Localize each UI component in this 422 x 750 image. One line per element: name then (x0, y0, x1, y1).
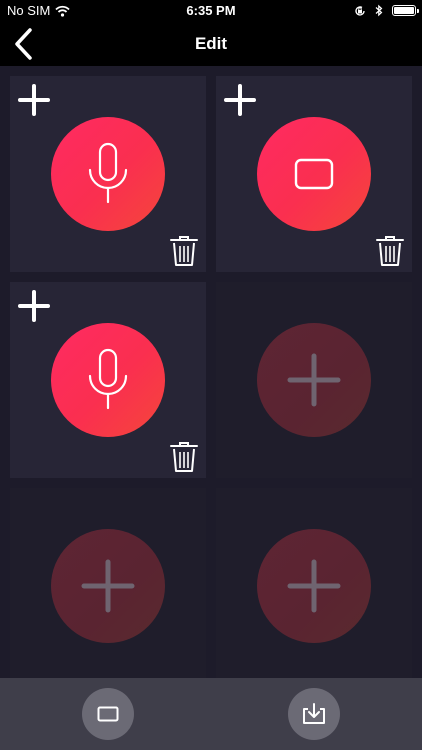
save-button[interactable] (288, 688, 340, 740)
trash-icon[interactable] (374, 234, 406, 268)
tile-microphone[interactable] (10, 282, 206, 478)
microphone-icon (88, 348, 128, 410)
status-right (354, 4, 419, 17)
add-circle[interactable] (257, 323, 371, 437)
tile-rectangle[interactable] (216, 76, 412, 272)
rectangle-icon (97, 706, 119, 722)
add-icon[interactable] (222, 82, 258, 118)
tile-empty[interactable] (216, 282, 412, 478)
tile-empty[interactable] (10, 488, 206, 684)
add-icon[interactable] (16, 82, 52, 118)
button-grid (0, 66, 422, 684)
bottom-toolbar (0, 678, 422, 750)
battery-icon (392, 5, 419, 16)
page-title: Edit (194, 34, 228, 53)
trash-icon[interactable] (168, 440, 200, 474)
action-circle[interactable] (257, 117, 371, 231)
add-icon[interactable] (16, 288, 52, 324)
nav-bar: Edit (0, 22, 422, 66)
action-circle[interactable] (51, 117, 165, 231)
tile-empty[interactable] (216, 488, 412, 684)
microphone-icon (88, 142, 128, 204)
trash-icon[interactable] (168, 234, 200, 268)
plus-icon (287, 559, 341, 613)
add-circle[interactable] (51, 529, 165, 643)
plus-icon (81, 559, 135, 613)
orientation-lock-icon (355, 5, 365, 16)
bluetooth-icon (375, 4, 383, 17)
add-circle[interactable] (257, 529, 371, 643)
plus-icon (287, 353, 341, 407)
action-circle[interactable] (51, 323, 165, 437)
rectangle-icon (294, 158, 334, 190)
status-bar: No SIM 6:35 PM (0, 0, 422, 22)
tile-microphone[interactable] (10, 76, 206, 272)
layout-button[interactable] (82, 688, 134, 740)
download-tray-icon (303, 703, 325, 724)
